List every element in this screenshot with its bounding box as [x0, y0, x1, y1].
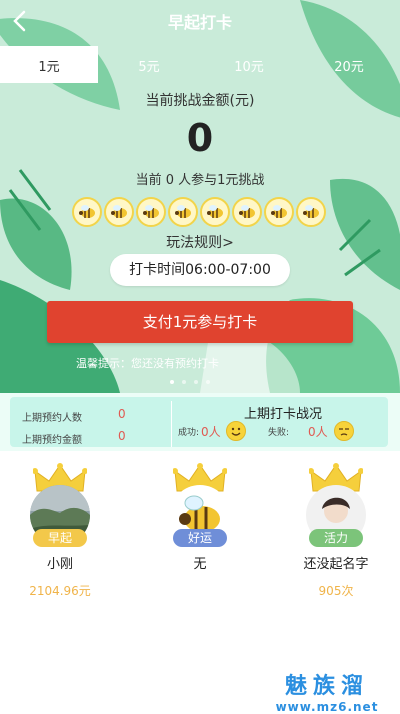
- challenge-amount: 0: [186, 116, 214, 160]
- prev-amount-label: 上期预约金额: [22, 435, 82, 446]
- sad-face-icon: [334, 421, 354, 441]
- tab-5-yuan[interactable]: 5元: [100, 46, 198, 83]
- top-bar: 早起打卡: [0, 0, 400, 40]
- tab-20-yuan[interactable]: 20元: [300, 46, 398, 83]
- success-value: 0人: [201, 425, 221, 439]
- prev-amount-value: 0: [118, 429, 126, 443]
- fail-value: 0人: [308, 425, 328, 439]
- bee-icon: [168, 197, 198, 227]
- leader-lucky[interactable]: 好运 无: [140, 463, 260, 603]
- rules-link[interactable]: 玩法规则>: [0, 232, 400, 252]
- hero-banner: 早起打卡 1元 5元 10元 20元 当前挑战金额(元) 0 当前 0 人参与1…: [0, 0, 400, 393]
- tab-1-yuan[interactable]: 1元: [0, 46, 98, 83]
- tab-10-yuan[interactable]: 10元: [200, 46, 298, 83]
- watermark-title: 魅族溜: [284, 674, 369, 699]
- success-label: 成功:: [178, 428, 200, 438]
- leader-name: 还没起名字: [303, 557, 369, 572]
- battle-title: 上期打卡战况: [243, 407, 322, 422]
- bee-icon: [200, 197, 230, 227]
- bee-icon: [136, 197, 166, 227]
- bee-icon: [264, 197, 294, 227]
- bee-icon: [232, 197, 262, 227]
- leader-name: 小刚: [46, 557, 73, 572]
- happy-face-icon: [226, 421, 246, 441]
- rank-badge: 好运: [173, 529, 227, 547]
- leader-value: 905次: [318, 584, 354, 598]
- bee-icon: [104, 197, 134, 227]
- indicator-dot: [206, 380, 210, 384]
- checkin-time: 打卡时间06:00-07:00: [110, 254, 290, 286]
- rank-badge: 早起: [33, 529, 87, 547]
- stats-card: 上期预约人数 0 上期预约金额 0 上期打卡战况 成功: 0人 失败: 0人: [10, 397, 388, 447]
- bee-icon: [296, 197, 326, 227]
- pay-button[interactable]: 支付1元参与打卡: [47, 301, 353, 343]
- leader-name: 无: [193, 557, 207, 572]
- indicator-dot: [170, 380, 174, 384]
- stats-strip: 上期预约人数 0 上期预约金额 0 上期打卡战况 成功: 0人 失败: 0人: [0, 393, 400, 451]
- leader-energetic[interactable]: 活力 还没起名字 905次: [276, 463, 396, 603]
- leader-value: 2104.96元: [29, 584, 91, 598]
- rank-badge: 活力: [309, 529, 363, 547]
- indicator-dot: [182, 380, 186, 384]
- indicator-dot: [194, 380, 198, 384]
- amount-tabs: 1元 5元 10元 20元: [0, 46, 400, 84]
- prev-count-label: 上期预约人数: [22, 413, 82, 424]
- watermark: 魅族溜 www.mz6.net: [262, 668, 392, 714]
- bee-coin-row: [72, 197, 326, 227]
- fail-label: 失败:: [268, 428, 290, 438]
- prev-count-value: 0: [118, 407, 126, 421]
- leader-early-bird[interactable]: 早起 小刚 2104.96元: [0, 463, 120, 603]
- participants-text: 当前 0 人参与1元挑战: [135, 173, 265, 188]
- challenge-amount-label: 当前挑战金额(元): [145, 93, 255, 109]
- bee-icon: [72, 197, 102, 227]
- warm-tip: 温馨提示：您还没有预约打卡: [76, 357, 219, 370]
- watermark-url: www.mz6.net: [275, 700, 379, 714]
- page-indicator: [170, 380, 210, 384]
- page-title: 早起打卡: [167, 13, 232, 32]
